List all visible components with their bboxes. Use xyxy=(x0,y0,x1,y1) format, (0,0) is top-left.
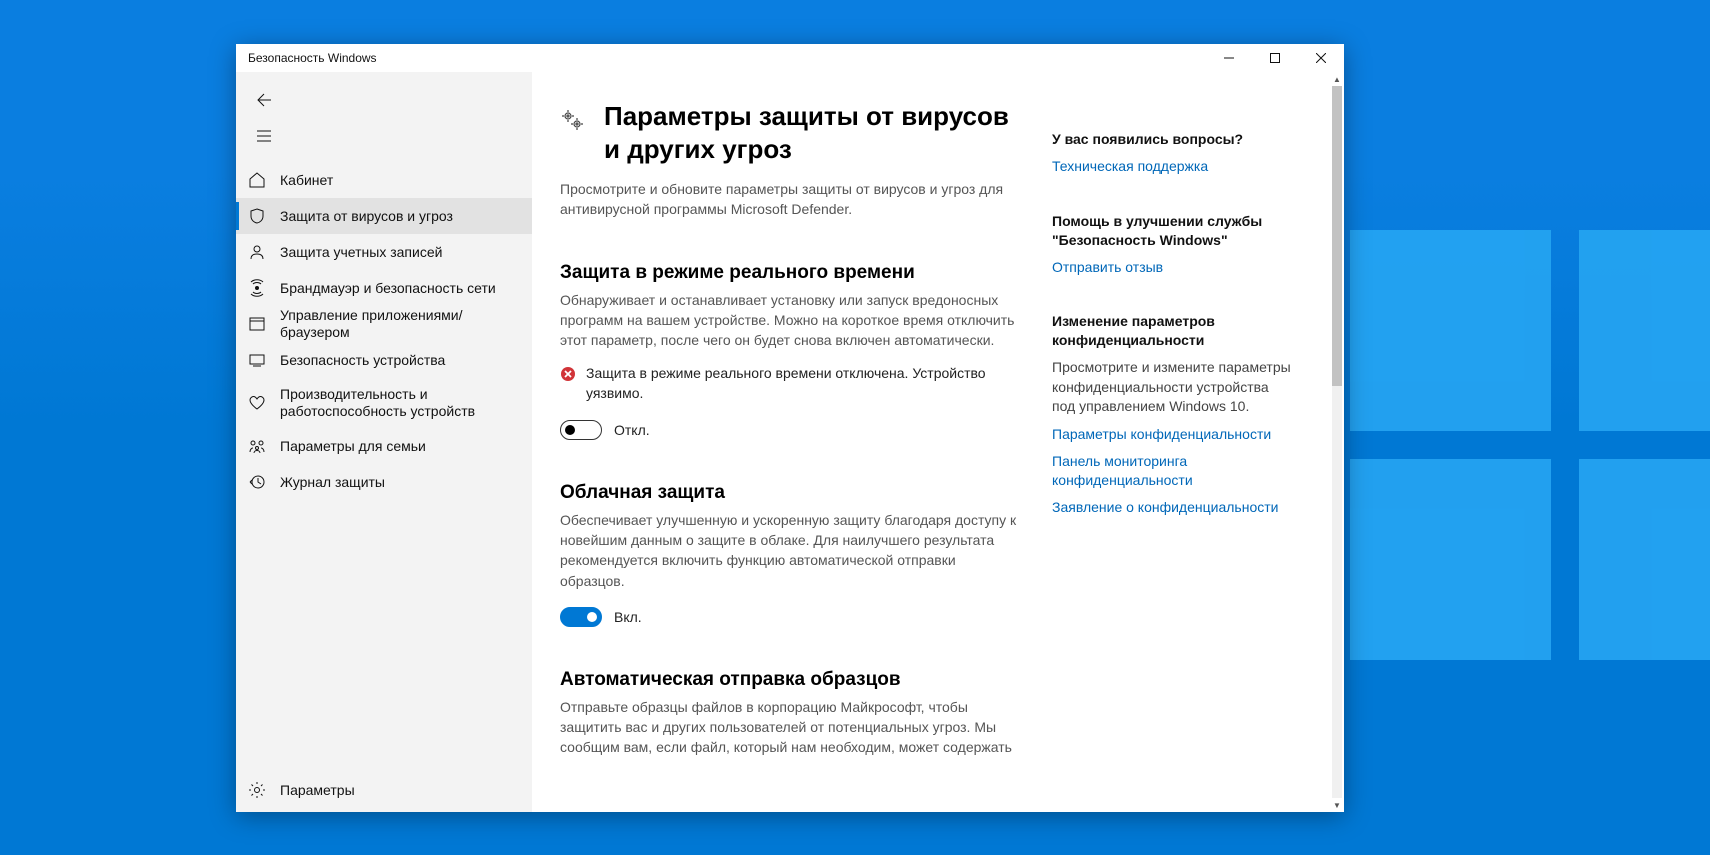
home-icon xyxy=(248,171,266,189)
realtime-toggle[interactable] xyxy=(560,420,602,440)
gears-icon xyxy=(560,100,588,165)
sidebar-item-label: Защита от вирусов и угроз xyxy=(280,208,453,225)
section-title: Автоматическая отправка образцов xyxy=(560,669,1020,691)
privacy-settings-link[interactable]: Параметры конфиденциальности xyxy=(1052,425,1292,444)
section-title: Облачная защита xyxy=(560,482,1020,504)
scroll-up-arrow[interactable]: ▲ xyxy=(1330,72,1344,86)
hamburger-button[interactable] xyxy=(244,118,284,154)
sidebar-item-label: Защита учетных записей xyxy=(280,244,442,261)
windows-logo-background xyxy=(1350,230,1710,660)
window-icon xyxy=(248,315,266,333)
support-link[interactable]: Техническая поддержка xyxy=(1052,157,1292,176)
app-window: Безопасность Windows xyxy=(236,44,1344,812)
sidebar-item-device-security[interactable]: Безопасность устройства xyxy=(236,342,532,378)
back-button[interactable] xyxy=(244,82,284,118)
scroll-down-arrow[interactable]: ▼ xyxy=(1330,798,1344,812)
aside-text: Просмотрите и измените параметры конфиде… xyxy=(1052,358,1292,417)
window-controls xyxy=(1206,44,1344,72)
privacy-statement-link[interactable]: Заявление о конфиденциальности xyxy=(1052,498,1292,517)
family-icon xyxy=(248,437,266,455)
page-subtitle: Просмотрите и обновите параметры защиты … xyxy=(560,179,1020,220)
sidebar-item-family[interactable]: Параметры для семьи xyxy=(236,428,532,464)
privacy-dashboard-link[interactable]: Панель мониторинга конфиденциальности xyxy=(1052,452,1292,490)
sidebar-item-label: Параметры для семьи xyxy=(280,438,426,455)
aside-heading: Изменение параметров конфиденциальности xyxy=(1052,312,1292,350)
section-description: Обеспечивает улучшенную и ускоренную защ… xyxy=(560,510,1020,591)
sidebar-item-firewall[interactable]: Брандмауэр и безопасность сети xyxy=(236,270,532,306)
sidebar: Кабинет Защита от вирусов и угроз Защита… xyxy=(236,72,532,812)
section-description: Отправьте образцы файлов в корпорацию Ма… xyxy=(560,697,1020,758)
error-icon xyxy=(560,366,576,382)
content-area: Параметры защиты от вирусов и других угр… xyxy=(532,72,1344,812)
sidebar-item-settings[interactable]: Параметры xyxy=(236,768,532,812)
device-icon xyxy=(248,351,266,369)
shield-icon xyxy=(248,207,266,225)
page-title: Параметры защиты от вирусов и других угр… xyxy=(604,100,1020,165)
maximize-button[interactable] xyxy=(1252,44,1298,72)
vertical-scrollbar[interactable]: ▲ ▼ xyxy=(1330,72,1344,812)
warning-text: Защита в режиме реального времени отключ… xyxy=(586,364,1020,403)
aside-heading: Помощь в улучшении службы "Безопасность … xyxy=(1052,212,1292,250)
titlebar: Безопасность Windows xyxy=(236,44,1344,72)
section-samples: Автоматическая отправка образцов Отправь… xyxy=(560,669,1020,758)
gear-icon xyxy=(248,781,266,799)
network-icon xyxy=(248,279,266,297)
sidebar-item-home[interactable]: Кабинет xyxy=(236,162,532,198)
sidebar-item-account-protection[interactable]: Защита учетных записей xyxy=(236,234,532,270)
toggle-label: Вкл. xyxy=(614,609,642,625)
feedback-link[interactable]: Отправить отзыв xyxy=(1052,258,1292,277)
sidebar-item-label: Кабинет xyxy=(280,172,333,189)
minimize-button[interactable] xyxy=(1206,44,1252,72)
sidebar-item-label: Производительность и работоспособность у… xyxy=(280,386,524,420)
section-title: Защита в режиме реального времени xyxy=(560,262,1020,284)
scroll-thumb[interactable] xyxy=(1332,86,1342,386)
section-realtime: Защита в режиме реального времени Обнару… xyxy=(560,262,1020,440)
sidebar-item-history[interactable]: Журнал защиты xyxy=(236,464,532,500)
close-button[interactable] xyxy=(1298,44,1344,72)
sidebar-item-performance[interactable]: Производительность и работоспособность у… xyxy=(236,378,532,428)
heart-icon xyxy=(248,394,266,412)
person-icon xyxy=(248,243,266,261)
section-description: Обнаруживает и останавливает установку и… xyxy=(560,290,1020,351)
aside: У вас появились вопросы? Техническая под… xyxy=(1052,100,1310,812)
toggle-label: Откл. xyxy=(614,422,650,438)
section-cloud: Облачная защита Обеспечивает улучшенную … xyxy=(560,482,1020,627)
sidebar-item-label: Журнал защиты xyxy=(280,474,385,491)
sidebar-item-app-browser[interactable]: Управление приложениями/браузером xyxy=(236,306,532,342)
sidebar-item-label: Безопасность устройства xyxy=(280,352,445,369)
warning-row: Защита в режиме реального времени отключ… xyxy=(560,364,1020,403)
sidebar-item-label: Параметры xyxy=(280,782,355,799)
sidebar-item-label: Брандмауэр и безопасность сети xyxy=(280,280,496,297)
window-title: Безопасность Windows xyxy=(248,51,377,65)
cloud-toggle[interactable] xyxy=(560,607,602,627)
sidebar-item-label: Управление приложениями/браузером xyxy=(280,307,524,341)
aside-heading: У вас появились вопросы? xyxy=(1052,130,1292,149)
sidebar-item-virus-protection[interactable]: Защита от вирусов и угроз xyxy=(236,198,532,234)
history-icon xyxy=(248,473,266,491)
